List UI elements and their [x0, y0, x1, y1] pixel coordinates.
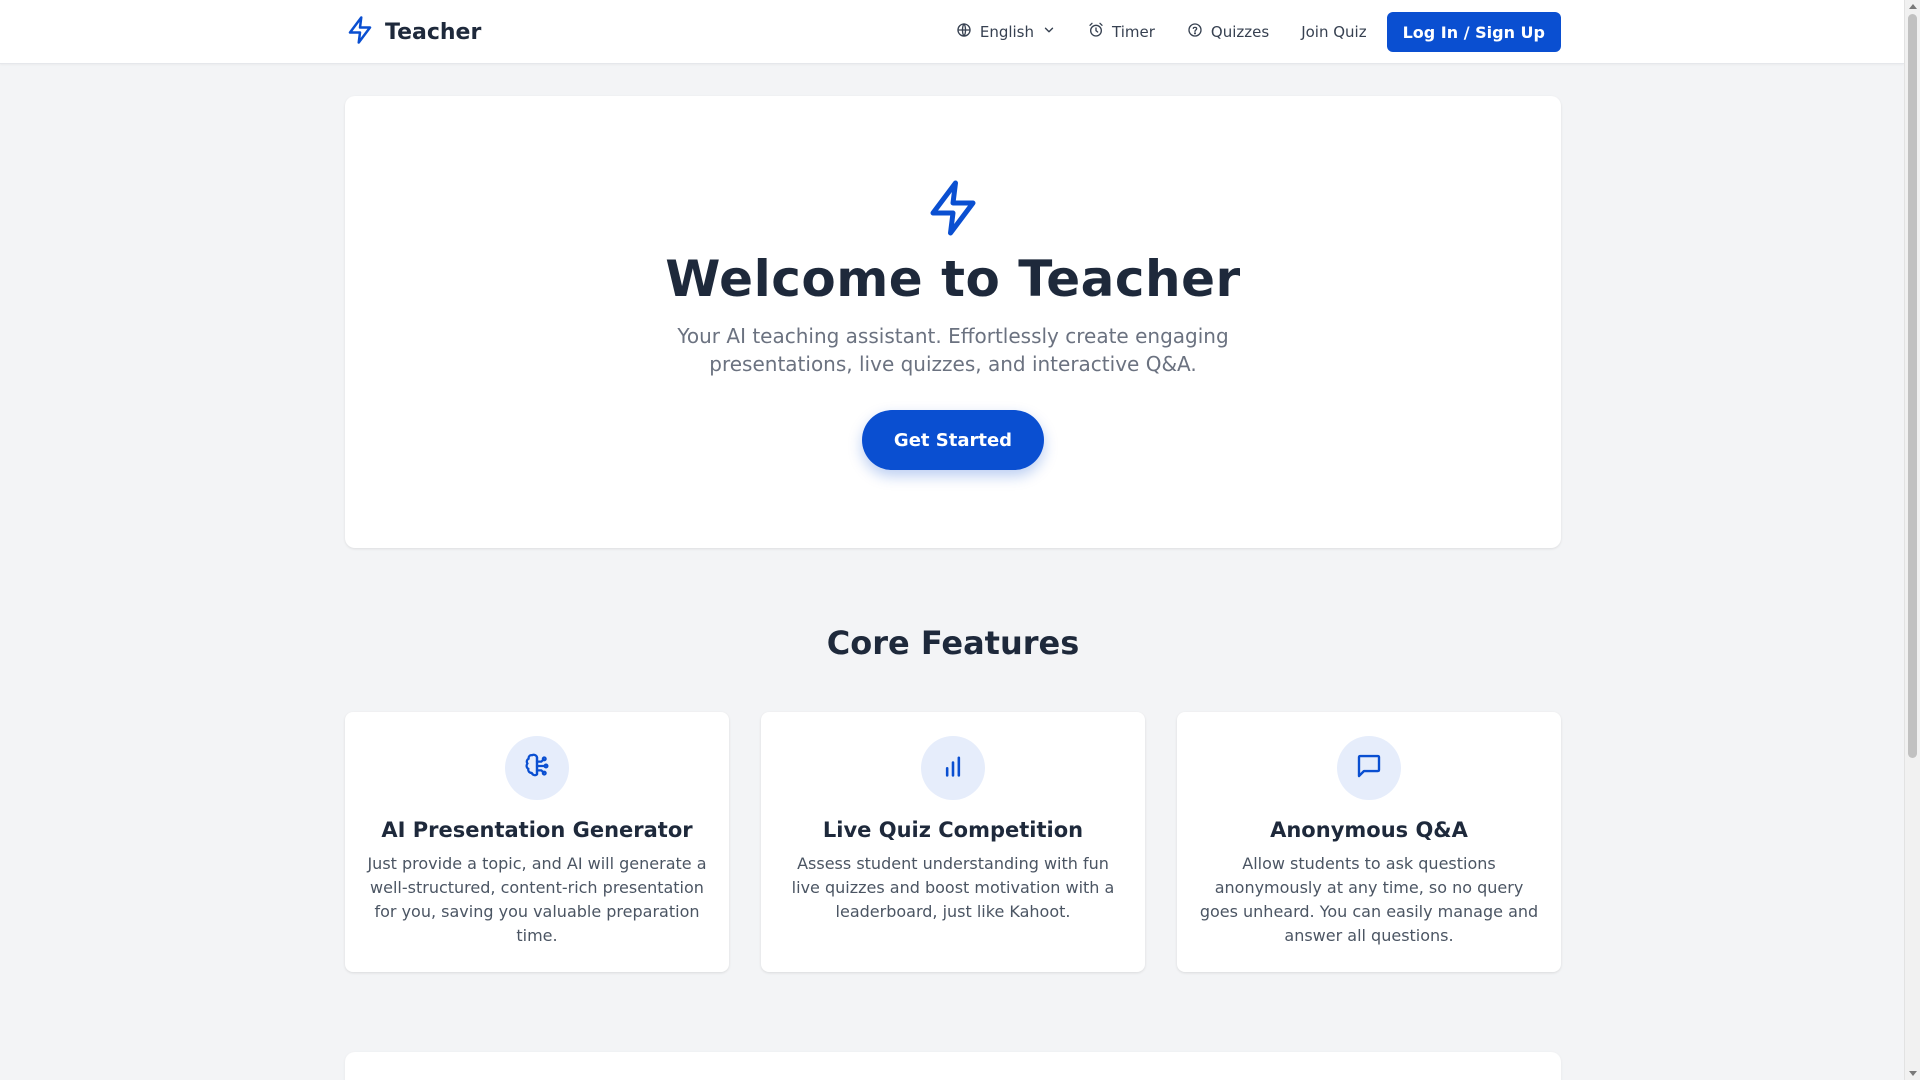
- login-signup-button[interactable]: Log In / Sign Up: [1386, 12, 1561, 52]
- browser-viewport: Teacher English Timer Quizzes Join Quiz …: [0, 0, 1920, 1080]
- core-features-heading: Core Features: [826, 624, 1080, 662]
- nav-quizzes-link[interactable]: Quizzes: [1187, 22, 1269, 42]
- globe-icon: [956, 22, 972, 42]
- alarm-clock-icon: [1088, 22, 1104, 42]
- feature-description: Assess student understanding with fun li…: [791, 854, 1115, 921]
- feature-description: Allow students to ask questions anonymou…: [1199, 854, 1539, 945]
- features-grid: AI Presentation Generator Just provide a…: [345, 712, 1561, 972]
- message-square-icon: [1354, 751, 1384, 785]
- next-section-card: [345, 1052, 1561, 1080]
- brand-logo-link[interactable]: Teacher: [345, 15, 481, 49]
- brand-name: Teacher: [385, 19, 482, 45]
- vertical-scrollbar[interactable]: [1904, 0, 1920, 1080]
- navbar-inner: Teacher English Timer Quizzes Join Quiz …: [345, 0, 1561, 64]
- language-label: English: [979, 23, 1035, 41]
- timer-label: Timer: [1112, 23, 1155, 41]
- feature-card-live-quiz: Live Quiz Competition Assess student und…: [761, 712, 1145, 972]
- quizzes-label: Quizzes: [1210, 23, 1270, 41]
- hero-subtitle: Your AI teaching assistant. Effortlessly…: [677, 324, 1229, 376]
- feature-description: Just provide a topic, and AI will genera…: [367, 854, 707, 945]
- bar-chart-icon: [939, 752, 967, 784]
- get-started-button[interactable]: Get Started: [861, 410, 1045, 470]
- lightning-bolt-icon: [345, 15, 375, 49]
- hero-title: Welcome to Teacher: [665, 250, 1241, 308]
- nav-timer-link[interactable]: Timer: [1088, 22, 1155, 42]
- feature-icon-badge: [505, 736, 569, 800]
- feature-icon-badge: [1337, 736, 1401, 800]
- lightning-bolt-icon: [923, 178, 983, 242]
- top-navbar: Teacher English Timer Quizzes Join Quiz …: [0, 0, 1904, 64]
- join-quiz-label: Join Quiz: [1301, 23, 1367, 41]
- feature-title: AI Presentation Generator: [381, 818, 693, 842]
- scroll-up-arrow[interactable]: [1909, 4, 1917, 9]
- page: Teacher English Timer Quizzes Join Quiz …: [0, 0, 1904, 1080]
- feature-card-anonymous-qa: Anonymous Q&A Allow students to ask ques…: [1177, 712, 1561, 972]
- nav-join-quiz-link[interactable]: Join Quiz: [1301, 23, 1366, 41]
- scrollbar-thumb[interactable]: [1908, 14, 1917, 758]
- feature-title: Live Quiz Competition: [822, 818, 1084, 842]
- feature-card-ai-presentation: AI Presentation Generator Just provide a…: [345, 712, 729, 972]
- hero-card: Welcome to Teacher Your AI teaching assi…: [345, 96, 1561, 548]
- chevron-down-icon: [1042, 23, 1056, 41]
- scroll-down-arrow[interactable]: [1909, 1071, 1917, 1076]
- help-circle-icon: [1187, 22, 1203, 42]
- brain-circuit-icon: [522, 751, 552, 785]
- feature-icon-badge: [921, 736, 985, 800]
- language-selector[interactable]: English: [956, 22, 1056, 42]
- feature-title: Anonymous Q&A: [1270, 818, 1468, 842]
- main-nav: English Timer Quizzes Join Quiz Log In /…: [956, 12, 1561, 52]
